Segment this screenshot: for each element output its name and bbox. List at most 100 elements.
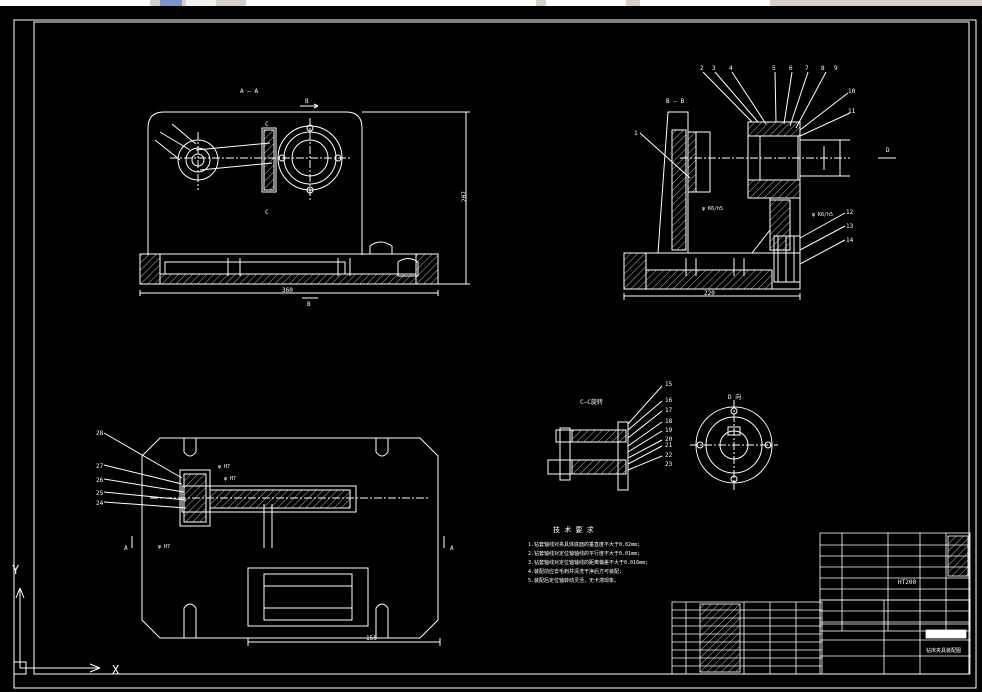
balloon-6: 6 <box>789 65 793 72</box>
base-bolt-right <box>337 258 351 276</box>
section-mark-c-bottom: C <box>265 209 269 216</box>
balloon-15: 15 <box>665 381 673 388</box>
section-mark-c-top: C <box>265 121 269 128</box>
plan-hinge-pin <box>263 504 273 548</box>
balloon-19: 19 <box>665 427 673 434</box>
section-mark-a-right: A <box>450 545 454 552</box>
dim-220: 220 <box>704 290 715 297</box>
plan-slot-br <box>375 603 389 638</box>
tech-req-line-2: 2.钻套轴线对定位轴轴线的平行度不大于0.01mm; <box>528 550 640 557</box>
title-material: HT200 <box>898 579 916 586</box>
bb-fit-k6h5-b: φ K6/h5 <box>812 212 833 218</box>
plan-slot-tl <box>183 438 197 457</box>
section-mark-a-left: A <box>124 545 128 552</box>
sheet-outer-border <box>13 19 977 689</box>
balloon-14: 14 <box>846 237 854 244</box>
base-hatch-left <box>139 253 161 285</box>
title-block: HT200 钻床夹具装配图 <box>819 579 971 675</box>
view-bb: B — B D φ K6/h5 φ K6/h5 220 <box>623 71 896 300</box>
section-mark-b-top: B <box>305 98 309 105</box>
workpiece-rod-lower <box>199 162 273 171</box>
parts-list-lower <box>671 601 823 675</box>
plan-leaders <box>103 432 187 509</box>
cc-leaders <box>627 385 663 471</box>
view-aa-label: A — A <box>240 88 258 95</box>
view-aa: A — A B C C 360 207 B <box>139 88 470 308</box>
section-mark-b-bottom: B <box>307 301 311 308</box>
cc-pin <box>559 427 571 481</box>
ucs-x-axis <box>20 663 101 673</box>
balloon-9: 9 <box>834 65 838 72</box>
bb-column-hatch <box>769 199 791 251</box>
view-d-arrow-label: D <box>886 147 890 154</box>
balloon-27: 27 <box>96 463 104 470</box>
balloon-28: 28 <box>96 430 104 437</box>
balloon-5: 5 <box>772 65 776 72</box>
base-bolt-left <box>227 258 241 276</box>
dim-155: 155 <box>366 635 377 642</box>
drill-plate-hatch <box>263 129 275 191</box>
balloon-11: 11 <box>848 108 856 115</box>
bb-fit-k6h5: φ K6/h5 <box>702 206 723 212</box>
ucs-y-label: Y <box>12 563 20 577</box>
balloon-7: 7 <box>805 65 809 72</box>
view-d-label: D 向 <box>728 393 741 401</box>
plan-support-grooves <box>264 585 352 609</box>
parts-list-upper <box>819 532 971 632</box>
balloon-8: 8 <box>821 65 825 72</box>
title-logo-box <box>925 629 967 639</box>
dim-207: 207 <box>461 191 468 202</box>
dim-360: 360 <box>282 287 293 294</box>
plan-dim-155-line <box>247 638 441 646</box>
view-bb-label: B — B <box>666 98 684 105</box>
tech-req-title: 技 术 要 求 <box>553 525 594 534</box>
balloon-10: 10 <box>848 88 856 95</box>
section-arrow-b-top <box>300 103 319 109</box>
balloon-4: 4 <box>729 65 733 72</box>
tech-req-line-1: 1.钻套轴线对夹具体底面的垂直度不大于0.02mm; <box>528 541 640 548</box>
balloon-16: 16 <box>665 397 673 404</box>
balloon-22: 22 <box>665 452 673 459</box>
plan-fit-h7-c: φ H7 <box>158 544 170 550</box>
bb-base-hatch-left <box>623 252 647 290</box>
base-lug <box>369 241 419 277</box>
lower-table-fill <box>699 603 741 673</box>
balloon-21: 21 <box>665 442 673 449</box>
plan-slot-tr <box>375 438 389 457</box>
balloon-2: 2 <box>700 65 704 72</box>
balloon-1: 1 <box>634 130 638 137</box>
base-hatch-right <box>415 253 439 285</box>
title-drawing-name: 钻床夹具装配图 <box>926 647 961 654</box>
tech-req-line-3: 3.钻套轴线对定位轴轴线的距离偏差不大于0.016mm; <box>528 559 648 566</box>
plan-slot-bl <box>183 603 197 638</box>
view-cc-label: C—C旋转 <box>580 398 603 406</box>
balloon-3: 3 <box>712 65 716 72</box>
balloon-18: 18 <box>665 418 673 425</box>
bb-drill-plate-hatch-top <box>747 121 801 137</box>
view-cc: C—C旋转 <box>547 385 663 491</box>
base-hatch-mid <box>159 273 417 285</box>
balloon-13: 13 <box>846 223 854 230</box>
upper-table-fill <box>947 535 969 577</box>
ucs-x-label: X <box>112 663 120 677</box>
balloon-26: 26 <box>96 477 104 484</box>
drawing-canvas[interactable]: A — A B C C 360 207 B B — B D φ K6/h5 φ … <box>0 6 982 692</box>
balloon-25: 25 <box>96 490 104 497</box>
bb-drill-plate-hatch-bottom <box>747 179 801 199</box>
plan-fit-h7-a: φ H7 <box>218 464 230 470</box>
bb-locating-pin-hatch <box>687 131 697 193</box>
tech-requirements: 技 术 要 求 1.钻套轴线对夹具体底面的垂直度不大于0.02mm; 2.钻套轴… <box>528 525 648 584</box>
plan-rail-hatch <box>209 489 351 509</box>
plan-support-inner <box>263 573 353 621</box>
workpiece-rod-upper <box>195 142 271 151</box>
bb-base-hatch-mid <box>645 269 773 290</box>
view-d: D 向 <box>690 393 778 490</box>
balloon-24: 24 <box>96 500 104 507</box>
base-slot <box>164 261 346 275</box>
sheet-inner-border <box>33 21 970 675</box>
plan-support-block <box>247 567 369 627</box>
balloon-12: 12 <box>846 209 854 216</box>
bb-upright-hatch <box>671 129 687 251</box>
ucs-icon: Y X <box>12 563 120 677</box>
balloon-17: 17 <box>665 407 673 414</box>
